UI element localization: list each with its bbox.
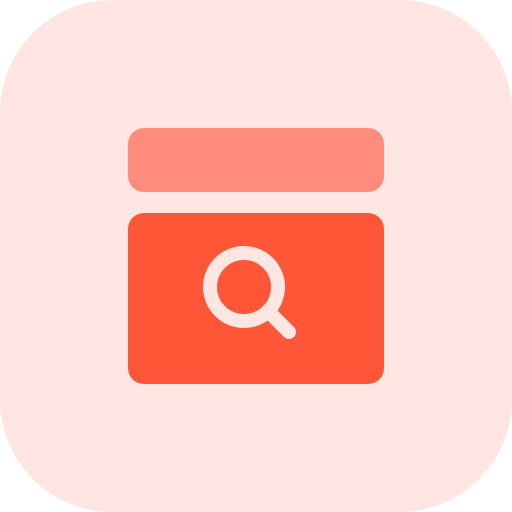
archive-box [128, 213, 384, 384]
archive-search-icon [0, 0, 512, 512]
archive-search-app-icon [0, 0, 512, 512]
archive-lid [128, 128, 384, 192]
